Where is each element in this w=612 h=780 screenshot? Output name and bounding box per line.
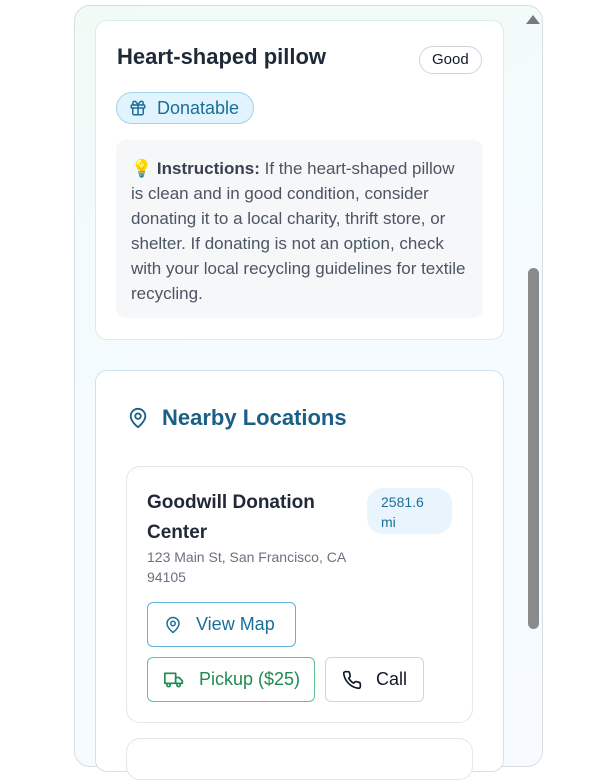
locations-heading: Nearby Locations	[162, 405, 347, 430]
condition-badge: Good	[419, 46, 482, 74]
scroll-up-arrow[interactable]	[526, 15, 540, 24]
map-pin-icon	[127, 406, 149, 430]
truck-icon	[163, 670, 185, 690]
donatable-label: Donatable	[157, 97, 240, 118]
instructions-box: 💡 Instructions: If the heart-shaped pill…	[116, 140, 483, 318]
instructions-lead: Instructions:	[156, 159, 260, 178]
view-map-label: View Map	[196, 614, 275, 634]
call-label: Call	[376, 669, 408, 689]
map-pin-icon	[164, 615, 182, 635]
pickup-label: Pickup ($25)	[199, 669, 301, 689]
phone-icon	[342, 670, 362, 690]
scrollbar-thumb[interactable]	[528, 268, 539, 629]
locations-header: Nearby Locations	[127, 405, 347, 431]
call-button[interactable]: Call	[325, 657, 424, 702]
instructions-text: If the heart-shaped pillow is clean and …	[131, 159, 466, 303]
lightbulb-icon: 💡	[131, 159, 153, 178]
location-card	[126, 738, 473, 780]
distance-badge: 2581.6 mi	[367, 488, 452, 534]
item-title: Heart-shaped pillow	[117, 44, 327, 69]
pickup-button[interactable]: Pickup ($25)	[147, 657, 315, 702]
location-name: Goodwill Donation Center	[147, 492, 315, 543]
view-map-button[interactable]: View Map	[147, 602, 296, 647]
donatable-badge: Donatable	[116, 92, 255, 124]
location-address: 123 Main St, San Francisco, CA 94105	[147, 549, 346, 585]
gift-icon	[129, 99, 147, 117]
